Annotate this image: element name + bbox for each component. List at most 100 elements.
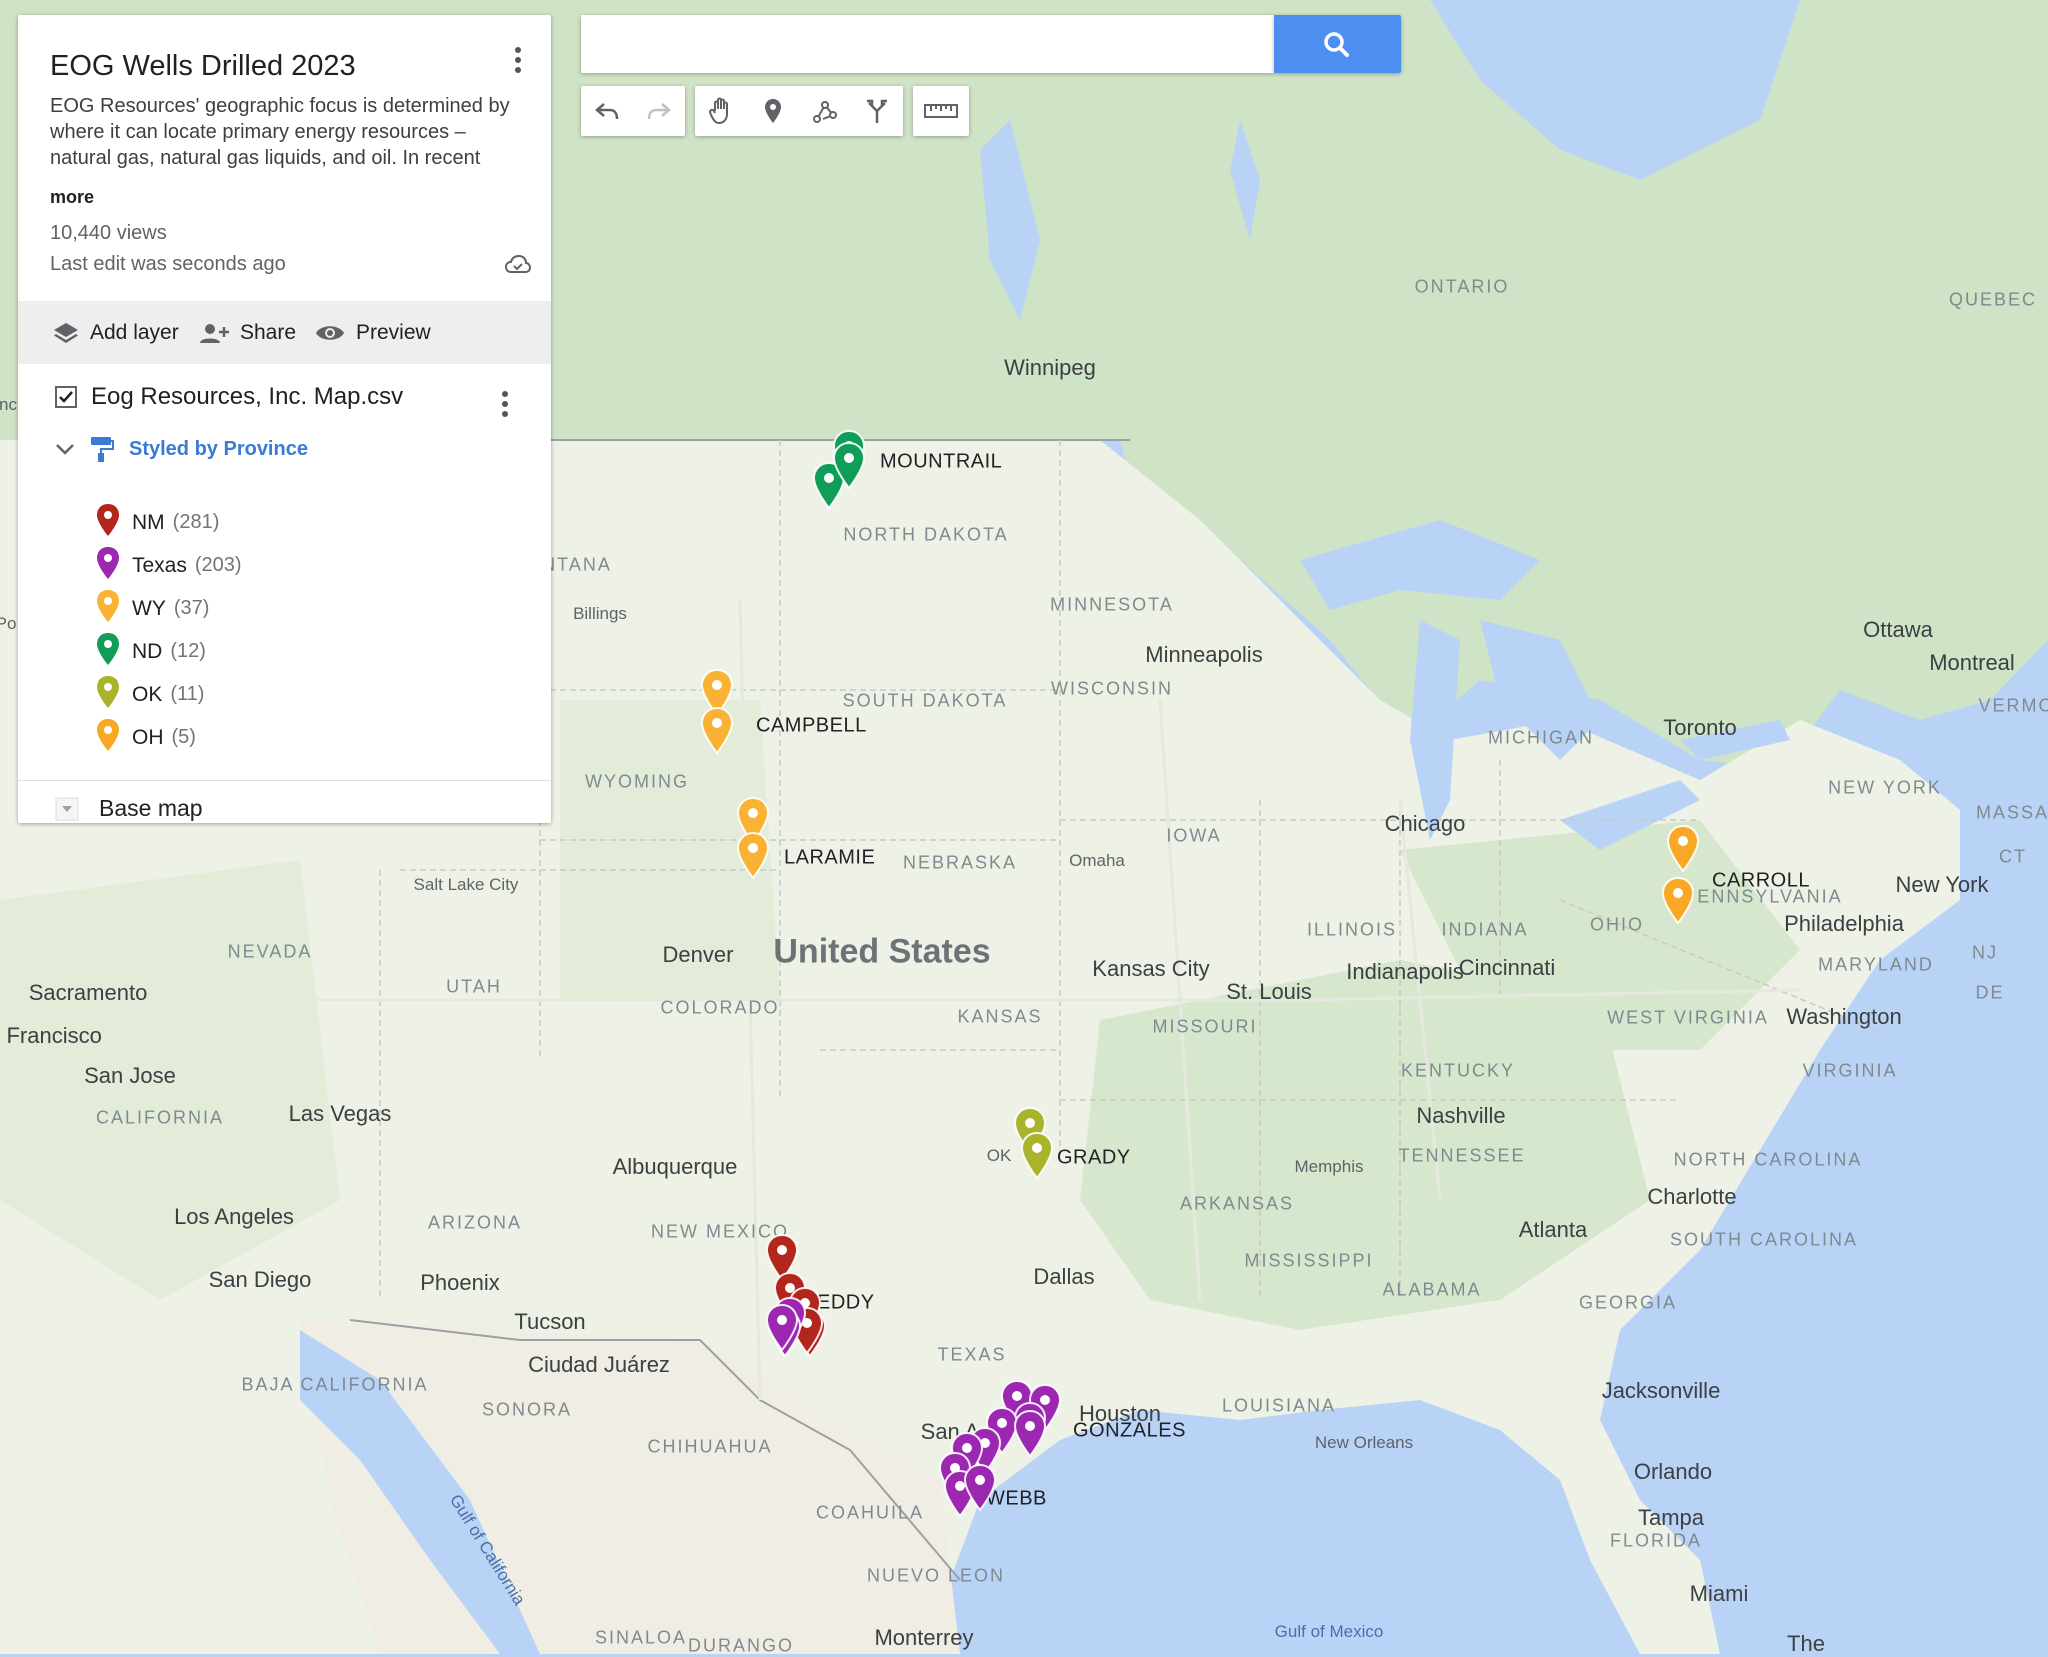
view-count: 10,440 views xyxy=(50,222,167,244)
history-toolbar xyxy=(581,86,685,136)
add-layer-button[interactable]: Add layer xyxy=(52,316,179,350)
state-label: MISSOURI xyxy=(1152,1016,1258,1037)
search-box xyxy=(581,15,1274,73)
city-label: OK xyxy=(986,1146,1012,1165)
legend-item-wy[interactable]: WY (37) xyxy=(96,587,242,630)
county-label[interactable]: CAMPBELL xyxy=(756,715,867,738)
state-label: MISSISSIPPI xyxy=(1244,1250,1374,1271)
state-label: GEORGIA xyxy=(1578,1292,1678,1313)
county-label[interactable]: CARROLL xyxy=(1712,870,1810,893)
state-label: TEXAS xyxy=(937,1344,1007,1365)
ruler-icon xyxy=(924,104,958,118)
search-input[interactable] xyxy=(581,15,1273,71)
legend-item-nd[interactable]: ND (12) xyxy=(96,630,242,673)
state-label: DE xyxy=(1975,982,2005,1003)
add-marker-button[interactable] xyxy=(747,86,799,136)
more-link[interactable]: more xyxy=(50,187,94,208)
state-label: UTAH xyxy=(446,976,502,997)
legend-item-oh[interactable]: OH (5) xyxy=(96,716,242,759)
state-label: MINNESOTA xyxy=(1050,594,1174,615)
dropdown-arrow-icon[interactable] xyxy=(55,797,79,821)
drawing-toolbar xyxy=(695,86,903,136)
chevron-down-icon[interactable] xyxy=(55,442,75,456)
country-label: United States xyxy=(773,932,991,971)
legend-item-ok[interactable]: OK (11) xyxy=(96,673,242,716)
search-button[interactable] xyxy=(1274,15,1401,73)
legend-count: (12) xyxy=(170,640,206,662)
county-label[interactable]: LARAMIE xyxy=(784,847,875,870)
state-label: VERMON xyxy=(1978,695,2048,716)
city-label: Billings xyxy=(573,604,627,623)
state-label: SINALOA xyxy=(594,1627,688,1648)
well-marker-ok[interactable] xyxy=(1020,1131,1054,1180)
legend-name: ND xyxy=(132,639,163,663)
layer-options-menu-icon[interactable] xyxy=(501,391,509,421)
city-label: Nashville xyxy=(1416,1103,1506,1128)
city-label: Orlando xyxy=(1633,1459,1713,1484)
map-title[interactable]: EOG Wells Drilled 2023 xyxy=(50,50,356,83)
well-marker-oh[interactable] xyxy=(1666,824,1700,873)
state-label: MARYLAND xyxy=(1818,954,1934,975)
layer-visibility-checkbox[interactable] xyxy=(55,386,77,408)
legend-marker-icon xyxy=(96,718,132,757)
base-map-row[interactable]: Base map xyxy=(55,795,203,822)
redo-icon xyxy=(647,103,671,120)
state-label: CT xyxy=(1999,846,2027,867)
city-label: Kansas City xyxy=(1092,956,1210,981)
state-label: WEST VIRGINIA xyxy=(1607,1007,1769,1028)
well-marker-wy[interactable] xyxy=(736,831,770,880)
state-label: CALIFORNIA xyxy=(95,1107,225,1128)
map-options-menu-icon[interactable] xyxy=(514,47,522,77)
legend-item-nm[interactable]: NM (281) xyxy=(96,501,242,544)
draw-line-icon xyxy=(813,101,837,123)
styled-by-link[interactable]: Styled by Province xyxy=(129,438,308,461)
undo-icon xyxy=(595,103,619,120)
directions-button[interactable] xyxy=(851,86,903,136)
map-info-panel: EOG Wells Drilled 2023 EOG Resources' ge… xyxy=(18,15,551,823)
share-button[interactable]: Share xyxy=(198,316,296,350)
well-marker-nd[interactable] xyxy=(832,441,866,490)
legend-count: (37) xyxy=(173,597,210,619)
measure-button[interactable] xyxy=(913,86,969,136)
city-label: Winnipeg xyxy=(1004,355,1096,380)
draw-line-button[interactable] xyxy=(799,86,851,136)
state-label: NJ xyxy=(1972,942,1998,963)
state-label: NEBRASKA xyxy=(902,852,1018,873)
paint-roller-icon xyxy=(91,437,114,462)
add-person-icon xyxy=(200,324,229,343)
well-marker-texas[interactable] xyxy=(963,1463,997,1512)
county-label[interactable]: MOUNTRAIL xyxy=(880,451,1002,474)
marker-icon xyxy=(765,99,781,123)
legend-item-texas[interactable]: Texas (203) xyxy=(96,544,242,587)
layer-name[interactable]: Eog Resources, Inc. Map.csv xyxy=(91,383,403,411)
legend-name: OK xyxy=(132,682,163,706)
undo-button[interactable] xyxy=(581,86,633,136)
well-marker-wy[interactable] xyxy=(700,706,734,755)
state-label: WISCONSIN xyxy=(1050,678,1174,699)
state-label: IOWA xyxy=(1166,825,1222,846)
select-items-button[interactable] xyxy=(695,86,747,136)
well-marker-texas[interactable] xyxy=(765,1303,799,1352)
county-label[interactable]: GONZALES xyxy=(1073,1420,1186,1443)
state-label: ARKANSAS xyxy=(1179,1193,1295,1214)
hand-icon xyxy=(709,97,728,125)
divider xyxy=(18,780,551,781)
state-label: MICHIGAN xyxy=(1488,727,1594,748)
state-label: NEW YORK xyxy=(1828,777,1942,798)
state-label: NORTH CAROLINA xyxy=(1673,1149,1863,1170)
city-label: Tucson xyxy=(514,1309,586,1334)
state-label: NEVADA xyxy=(227,941,313,962)
legend-marker-icon xyxy=(96,675,132,714)
legend-name: OH xyxy=(132,725,164,749)
state-label: FLORIDA xyxy=(1609,1530,1703,1551)
well-marker-oh[interactable] xyxy=(1661,876,1695,925)
redo-button[interactable] xyxy=(633,86,685,136)
preview-button[interactable]: Preview xyxy=(314,316,431,350)
city-label: Indianapolis xyxy=(1346,959,1464,984)
city-label: Chicago xyxy=(1384,811,1466,836)
share-label: Share xyxy=(240,321,297,344)
state-label: TENNESSEE xyxy=(1398,1145,1526,1166)
well-marker-texas[interactable] xyxy=(1013,1409,1047,1458)
county-label[interactable]: GRADY xyxy=(1057,1147,1131,1170)
cloud-saved-icon xyxy=(504,254,532,273)
